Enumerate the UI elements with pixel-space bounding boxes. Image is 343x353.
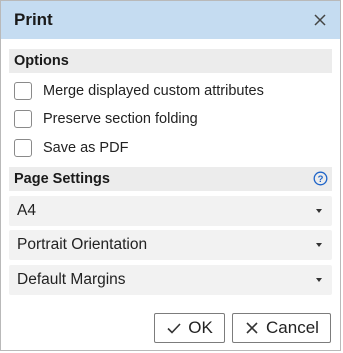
option-merge-custom-attributes[interactable]: Merge displayed custom attributes [14, 81, 264, 101]
margins-select[interactable]: Default Margins [9, 265, 332, 295]
orientation-select[interactable]: Portrait Orientation [9, 230, 332, 260]
checkmark-icon [166, 320, 182, 336]
chevron-down-icon [316, 278, 322, 282]
orientation-value: Portrait Orientation [17, 236, 148, 253]
cancel-label: Cancel [266, 318, 319, 337]
help-icon[interactable]: ? [313, 171, 328, 186]
page-settings-header-label: Page Settings [14, 171, 110, 187]
option-label: Merge displayed custom attributes [43, 83, 264, 99]
close-icon[interactable] [310, 10, 330, 30]
merge-attributes-checkbox[interactable] [14, 82, 32, 100]
paper-size-select[interactable]: A4 [9, 196, 332, 226]
ok-label: OK [188, 318, 213, 337]
option-preserve-section-folding[interactable]: Preserve section folding [14, 109, 198, 129]
print-dialog: Print Options Merge displayed custom att… [0, 0, 341, 351]
options-section-header: Options [9, 49, 332, 73]
svg-text:?: ? [318, 174, 324, 185]
option-save-as-pdf[interactable]: Save as PDF [14, 138, 128, 158]
cancel-button[interactable]: Cancel [232, 313, 331, 343]
margins-value: Default Margins [17, 271, 126, 288]
option-label: Save as PDF [43, 140, 129, 156]
option-label: Preserve section folding [43, 111, 198, 127]
dialog-title: Print [14, 10, 53, 29]
dialog-titlebar: Print [1, 1, 340, 39]
close-icon [244, 320, 260, 336]
chevron-down-icon [316, 243, 322, 247]
preserve-folding-checkbox[interactable] [14, 110, 32, 128]
paper-size-value: A4 [17, 202, 36, 219]
save-as-pdf-checkbox[interactable] [14, 139, 32, 157]
options-header-label: Options [14, 53, 69, 69]
chevron-down-icon [316, 209, 322, 213]
page-settings-section-header: Page Settings ? [9, 167, 332, 191]
ok-button[interactable]: OK [154, 313, 225, 343]
